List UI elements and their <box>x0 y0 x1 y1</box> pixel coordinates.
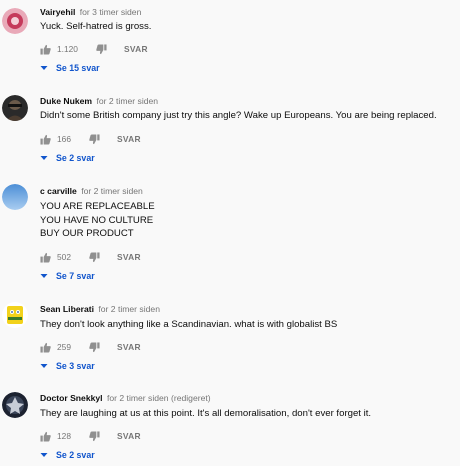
like-count: 166 <box>57 134 71 144</box>
comment-timestamp[interactable]: for 2 timer siden <box>96 96 158 106</box>
comment-actions: 259 SVAR <box>40 341 141 353</box>
comment-author[interactable]: Duke Nukem <box>40 96 92 106</box>
comment-text: They are laughing at us at this point. I… <box>40 407 371 421</box>
comment-line: BUY OUR PRODUCT <box>40 228 134 239</box>
like-count: 502 <box>57 252 71 262</box>
comment-actions: 1.120 SVAR <box>40 43 148 55</box>
reply-button[interactable]: SVAR <box>124 44 148 54</box>
comment-text: They don't look anything like a Scandina… <box>40 318 337 332</box>
avatar[interactable] <box>2 8 28 34</box>
thumbs-down-icon[interactable] <box>96 43 107 55</box>
view-replies-button[interactable]: Se 2 svar <box>40 450 95 460</box>
comment-line: They don't look anything like a Scandina… <box>40 319 338 330</box>
comment-timestamp[interactable]: for 3 timer siden <box>80 7 142 17</box>
comment-actions: 502 SVAR <box>40 251 141 263</box>
thumbs-up-icon[interactable] <box>40 252 51 263</box>
comment-line: They are laughing at us at this point. I… <box>40 408 372 419</box>
like-count: 1.120 <box>57 44 78 54</box>
comment-timestamp[interactable]: for 2 timer siden (redigeret) <box>107 393 211 403</box>
avatar[interactable] <box>2 302 28 328</box>
comment-line: Didn't some British company just try thi… <box>40 110 437 121</box>
comment-header: Vairyehil for 3 timer siden <box>40 7 141 17</box>
comment-header: c carville for 2 timer siden <box>40 186 143 196</box>
reply-button[interactable]: SVAR <box>117 252 141 262</box>
comment-text: Yuck. Self-hatred is gross. <box>40 20 151 34</box>
chevron-down-icon <box>40 66 48 70</box>
comment-actions: 128 SVAR <box>40 430 141 442</box>
comment-author[interactable]: Vairyehil <box>40 7 75 17</box>
thumbs-down-icon[interactable] <box>89 251 100 263</box>
view-replies-button[interactable]: Se 3 svar <box>40 361 95 371</box>
comment-line: YOU ARE REPLACEABLE <box>40 201 155 212</box>
comment-timestamp[interactable]: for 2 timer siden <box>98 304 160 314</box>
view-replies-label: Se 2 svar <box>56 153 95 163</box>
comment-line: Yuck. Self-hatred is gross. <box>40 21 152 32</box>
thumbs-up-icon[interactable] <box>40 342 51 353</box>
comment-header: Sean Liberati for 2 timer siden <box>40 304 160 314</box>
thumbs-up-icon[interactable] <box>40 134 51 145</box>
comment-author[interactable]: c carville <box>40 186 77 196</box>
view-replies-button[interactable]: Se 2 svar <box>40 153 95 163</box>
comment-actions: 166 SVAR <box>40 133 141 145</box>
view-replies-label: Se 3 svar <box>56 361 95 371</box>
thumbs-down-icon[interactable] <box>89 133 100 145</box>
chevron-down-icon <box>40 156 48 160</box>
reply-button[interactable]: SVAR <box>117 342 141 352</box>
like-count: 128 <box>57 431 71 441</box>
comment-timestamp[interactable]: for 2 timer siden <box>81 186 143 196</box>
view-replies-button[interactable]: Se 7 svar <box>40 271 95 281</box>
view-replies-label: Se 15 svar <box>56 63 100 73</box>
chevron-down-icon <box>40 274 48 278</box>
reply-button[interactable]: SVAR <box>117 431 141 441</box>
avatar[interactable] <box>2 184 28 210</box>
thumbs-up-icon[interactable] <box>40 431 51 442</box>
reply-button[interactable]: SVAR <box>117 134 141 144</box>
avatar[interactable] <box>2 95 28 121</box>
thumbs-up-icon[interactable] <box>40 44 51 55</box>
chevron-down-icon <box>40 364 48 368</box>
view-replies-button[interactable]: Se 15 svar <box>40 63 100 73</box>
comment-author[interactable]: Sean Liberati <box>40 304 94 314</box>
comment-header: Doctor Snekkyl for 2 timer siden (redige… <box>40 393 211 403</box>
thumbs-down-icon[interactable] <box>89 430 100 442</box>
comment-author[interactable]: Doctor Snekkyl <box>40 393 103 403</box>
comment-header: Duke Nukem for 2 timer siden <box>40 96 158 106</box>
view-replies-label: Se 2 svar <box>56 450 95 460</box>
avatar[interactable] <box>2 392 28 418</box>
comment-text: YOU ARE REPLACEABLE YOU HAVE NO CULTURE … <box>40 200 155 241</box>
thumbs-down-icon[interactable] <box>89 341 100 353</box>
comment-line: YOU HAVE NO CULTURE <box>40 214 154 226</box>
comment-text: Didn't some British company just try thi… <box>40 109 437 123</box>
like-count: 259 <box>57 342 71 352</box>
chevron-down-icon <box>40 453 48 457</box>
view-replies-label: Se 7 svar <box>56 271 95 281</box>
